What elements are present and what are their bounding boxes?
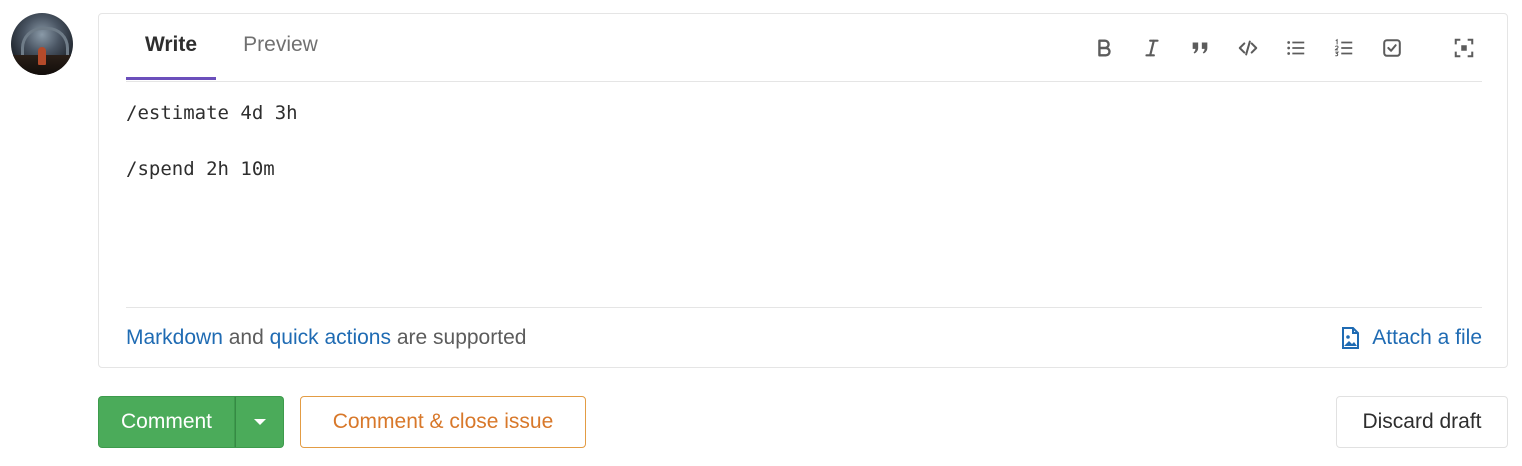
avatar[interactable]: [11, 13, 73, 75]
code-icon[interactable]: [1232, 32, 1264, 64]
comment-dropdown-toggle[interactable]: [235, 396, 284, 448]
quick-actions-link[interactable]: quick actions: [270, 326, 391, 349]
editor-footer: Markdown and quick actions are supported…: [126, 307, 1482, 368]
editor-line: /estimate 4d 3h: [126, 102, 298, 124]
attach-file-button[interactable]: Attach a file: [1338, 326, 1482, 350]
tab-write[interactable]: Write: [126, 14, 216, 80]
markdown-link[interactable]: Markdown: [126, 326, 223, 349]
comment-button-group: Comment: [98, 396, 284, 448]
quote-icon[interactable]: [1184, 32, 1216, 64]
comment-button[interactable]: Comment: [98, 396, 235, 448]
bullet-list-icon[interactable]: [1280, 32, 1312, 64]
supported-text: are supported: [391, 326, 527, 349]
comment-textarea[interactable]: /estimate 4d 3h /spend 2h 10m: [126, 94, 1482, 304]
editor-tabs: Write Preview: [126, 14, 1482, 82]
bold-icon[interactable]: [1088, 32, 1120, 64]
comment-close-issue-button[interactable]: Comment & close issue: [300, 396, 586, 448]
avatar-figure: [38, 47, 46, 65]
tab-preview[interactable]: Preview: [233, 14, 328, 80]
fullscreen-icon[interactable]: [1448, 32, 1480, 64]
markdown-help-text: Markdown and quick actions are supported: [126, 326, 526, 350]
and-text: and: [222, 326, 270, 349]
numbered-list-icon[interactable]: [1328, 32, 1360, 64]
caret-down-icon: [253, 419, 266, 425]
comment-editor: Write Preview /estimate 4d 3h /spend 2h …: [98, 13, 1508, 368]
editor-line: /spend 2h 10m: [126, 158, 275, 180]
task-list-icon[interactable]: [1376, 32, 1408, 64]
italic-icon[interactable]: [1136, 32, 1168, 64]
discard-draft-button[interactable]: Discard draft: [1336, 396, 1508, 448]
attach-file-label: Attach a file: [1372, 326, 1482, 349]
image-icon: [1342, 327, 1360, 349]
